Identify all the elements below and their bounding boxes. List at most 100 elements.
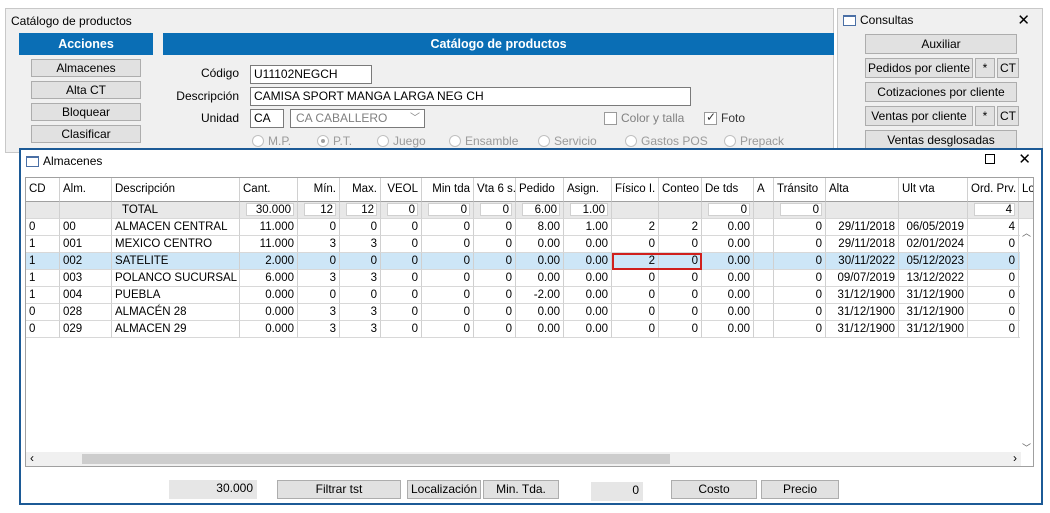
foto-checkbox[interactable]: Foto [704,110,745,125]
radio-prepack[interactable]: Prepack [724,134,784,148]
cell-asign: 0.00 [564,236,612,253]
almacenes-button[interactable]: Almacenes [31,59,141,77]
radio-ensamble[interactable]: Ensamble [449,134,518,148]
clasificar-button[interactable]: Clasificar [31,125,141,143]
cell-a [754,304,774,321]
cell-ult-vta: 13/12/2022 [899,270,968,287]
col-header-ult-vta[interactable]: Ult vta [899,178,968,202]
radio-mp[interactable]: M.P. [252,134,291,148]
table-row[interactable]: 1 001 MEXICO CENTRO 11.000 3 3 0 0 0 0.00 0.00 0 0 0.… [26,236,1033,253]
total-value: 0 [708,203,750,216]
bloquear-button[interactable]: Bloquear [31,103,141,121]
scroll-left-icon[interactable]: ‹ [30,451,34,465]
vertical-scrollbar[interactable]: ︿ ﹀ [1020,226,1033,454]
radio-label: P.T. [333,134,353,148]
total-cell-vta-6s: 0 [474,202,516,219]
table-row[interactable]: 0 029 ALMACEN 29 0.000 3 3 0 0 0 0.00 0.00 0 0 0.00 0 3… [26,321,1033,338]
col-header-cd[interactable]: CD [26,178,60,202]
cell-pedido: 0.00 [516,236,564,253]
cell-min: 0 [298,219,340,236]
col-header-conteo[interactable]: Conteo [659,178,702,202]
table-row[interactable]: 0 00 ALMACEN CENTRAL 11.000 0 0 0 0 0 8.00 1.00 2 2 0… [26,219,1033,236]
pedidos-star-button[interactable]: * [975,58,995,78]
cell-asign: 0.00 [564,270,612,287]
ventas-desglosadas-button[interactable]: Ventas desglosadas [865,130,1017,150]
almacenes-title: Almacenes [43,154,103,168]
table-row[interactable]: 1 003 POLANCO SUCURSAL 6.000 3 3 0 0 0 0.00 0.00 0 0… [26,270,1033,287]
col-header-asign[interactable]: Asign. [564,178,612,202]
table-row[interactable]: 0 028 ALMACÉN 28 0.000 3 3 0 0 0 0.00 0.00 0 0 0.00 0 3… [26,304,1033,321]
col-header-pedido[interactable]: Pedido [516,178,564,202]
cell-alm: 003 [60,270,112,287]
radio-servicio[interactable]: Servicio [538,134,597,148]
cell-alta: 29/11/2018 [826,219,899,236]
col-header-lo[interactable]: Lo [1019,178,1033,202]
col-header-vta-6s[interactable]: Vta 6 s. [474,178,516,202]
col-header-alta[interactable]: Alta [826,178,899,202]
col-header-cant[interactable]: Cant. [240,178,298,202]
chevron-down-icon: ﹀ [410,113,420,124]
radio-gastos-pos[interactable]: Gastos POS [625,134,708,148]
scroll-up-icon[interactable]: ︿ [1022,226,1031,239]
unidad-select[interactable]: CA CABALLERO ﹀ [290,109,425,128]
scroll-right-icon[interactable]: › [1013,451,1017,465]
cell-pedido: 0.00 [516,321,564,338]
color-talla-checkbox[interactable]: Color y talla [604,111,684,125]
ventas-ct-button[interactable]: CT [997,106,1019,126]
col-header-alm[interactable]: Alm. [60,178,112,202]
ventas-star-button[interactable]: * [975,106,995,126]
col-header-fisico[interactable]: Físico I. [612,178,659,202]
col-header-a[interactable]: A [754,178,774,202]
radio-dot [317,135,329,147]
cell-descripcion: SATELITE [112,253,240,270]
scroll-down-icon[interactable]: ﹀ [1022,441,1031,454]
cell-a [754,219,774,236]
cotizaciones-por-cliente-button[interactable]: Cotizaciones por cliente [865,82,1017,102]
col-header-ord-prv[interactable]: Ord. Prv. [968,178,1019,202]
total-cell-asign: 1.00 [564,202,612,219]
total-cell-alta [826,202,899,219]
radio-juego[interactable]: Juego [377,134,426,148]
descripcion-field[interactable]: CAMISA SPORT MANGA LARGA NEG CH [250,87,691,106]
precio-button[interactable]: Precio [761,480,839,499]
radio-pt[interactable]: P.T. [317,134,352,148]
auxiliar-button[interactable]: Auxiliar [865,34,1017,54]
cell-cant: 0.000 [240,287,298,304]
col-header-de-tds[interactable]: De tds [702,178,754,202]
cell-max: 0 [340,287,381,304]
cell-cant: 11.000 [240,236,298,253]
table-row[interactable]: 1 004 PUEBLA 0.000 0 0 0 0 0 -2.00 0.00 0 0 0.00 0 31/1… [26,287,1033,304]
col-header-descripcion[interactable]: Descripción [112,178,240,202]
cell-de-tds: 0.00 [702,287,754,304]
pedidos-ct-button[interactable]: CT [997,58,1019,78]
unidad-field[interactable]: CA [250,109,284,128]
localizacion-button[interactable]: Localización [407,480,481,499]
filtrar-button[interactable]: Filtrar tst [277,480,401,499]
ventas-por-cliente-button[interactable]: Ventas por cliente [865,106,973,126]
horizontal-scrollbar[interactable]: ‹ › [26,451,1021,466]
cell-min-tda: 0 [422,304,474,321]
cell-asign: 1.00 [564,219,612,236]
radio-label: M.P. [268,134,292,148]
col-header-min-tda[interactable]: Min tda [422,178,474,202]
close-icon[interactable]: ✕ [1018,150,1031,168]
col-header-veol[interactable]: VEOL [381,178,422,202]
total-value: 6.00 [522,203,560,216]
total-cell-pedido: 6.00 [516,202,564,219]
close-icon[interactable]: ✕ [1017,11,1030,29]
table-row[interactable]: 1 002 SATELITE 2.000 0 0 0 0 0 0.00 0.00 2 0 0.00 0 30/… [26,253,1033,270]
cell-de-tds: 0.00 [702,219,754,236]
cell-vta-6s: 0 [474,270,516,287]
col-header-min[interactable]: Mín. [298,178,340,202]
codigo-field[interactable]: U11102NEGCH [250,65,372,84]
min-tda-button[interactable]: Min. Tda. [483,480,559,499]
col-header-max[interactable]: Max. [340,178,381,202]
col-header-transito[interactable]: Tránsito [774,178,826,202]
maximize-icon[interactable] [985,154,995,164]
costo-button[interactable]: Costo [671,480,757,499]
pedidos-por-cliente-button[interactable]: Pedidos por cliente [865,58,973,78]
descripcion-label: Descripción [176,89,239,103]
alta-ct-button[interactable]: Alta CT [31,81,141,99]
scroll-thumb[interactable] [82,454,670,464]
cell-veol: 0 [381,253,422,270]
